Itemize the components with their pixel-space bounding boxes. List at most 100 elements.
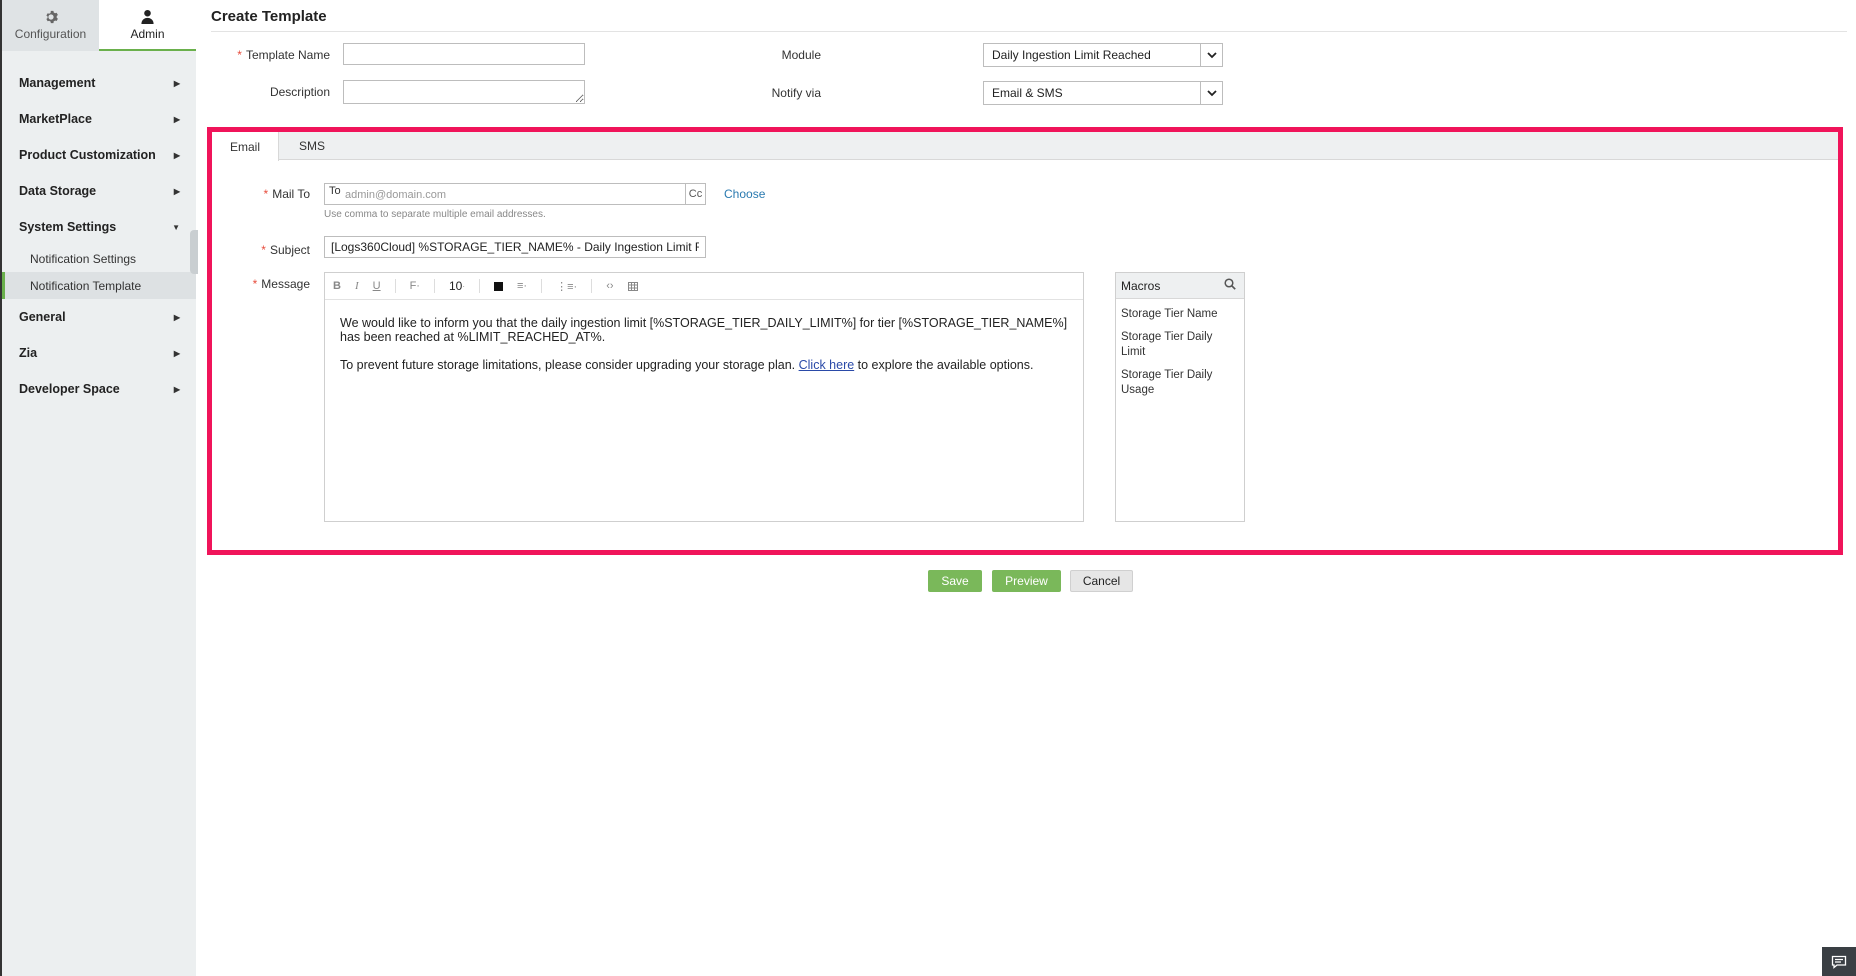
list-icon[interactable]: ⋮≡· [556,273,577,300]
click-here-link[interactable]: Click here [799,358,855,372]
sidebar-item-system-settings[interactable]: System Settings ▼ [2,209,196,245]
notify-via-selected-value: Email & SMS [992,86,1063,100]
toolbar-separator [433,279,435,293]
table-icon[interactable] [627,273,638,300]
description-input[interactable] [343,80,585,104]
message-paragraph: We would like to inform you that the dai… [340,316,1068,344]
macro-item[interactable]: Storage Tier Daily Limit [1116,330,1244,360]
sidebar-item-label: Zia [19,346,38,360]
italic-icon[interactable]: I [355,273,359,300]
toolbar-separator [541,279,543,293]
font-size-select[interactable]: 10 · [449,273,465,300]
mail-to-label-text: Mail To [272,187,310,201]
title-divider [211,31,1847,32]
required-marker: * [261,243,266,257]
color-swatch [494,281,503,291]
underline-icon[interactable]: U [373,273,381,300]
message-editor: B I U F· 10 · ≡· ⋮≡· ‹› We would like to … [324,272,1084,522]
sidebar-item-general[interactable]: General ▶ [2,299,196,335]
cc-button[interactable]: Cc [685,184,705,204]
chevron-down-icon[interactable] [1200,82,1222,104]
text-color-icon[interactable] [494,273,503,300]
editor-body[interactable]: We would like to inform you that the dai… [325,300,1083,402]
message-label-text: Message [261,277,310,291]
sidebar-item-management[interactable]: Management ▶ [2,65,196,101]
module-select[interactable]: Daily Ingestion Limit Reached [983,43,1223,67]
mail-to-input[interactable] [345,186,625,203]
sidebar-item-product-customization[interactable]: Product Customization ▶ [2,137,196,173]
subject-label-text: Subject [269,243,310,257]
align-icon[interactable]: ≡· [517,273,527,300]
user-icon [141,9,154,24]
sidebar-item-marketplace[interactable]: MarketPlace ▶ [2,101,196,137]
notify-via-label: Notify via [771,86,821,100]
tab-configuration-label: Configuration [14,27,87,41]
subject-input[interactable] [324,236,706,258]
template-name-label: * Template Name [236,48,330,62]
choose-link[interactable]: Choose [724,187,765,201]
save-button[interactable]: Save [928,570,982,592]
tab-admin[interactable]: Admin [99,0,196,51]
sidebar-item-label: Management [19,76,96,90]
template-name-input[interactable] [343,43,585,65]
sidebar-item-data-storage[interactable]: Data Storage ▶ [2,173,196,209]
sidebar-top-tabs: Configuration Admin [2,0,196,51]
sidebar-subitem-label: Notification Template [30,278,142,293]
macro-item[interactable]: Storage Tier Name [1116,307,1244,322]
template-name-label-text: Template Name [245,48,330,62]
sidebar-item-label: General [19,310,66,324]
dropdown-dot-icon: · [462,281,465,291]
sidebar-item-zia[interactable]: Zia ▶ [2,335,196,371]
email-section: Email SMS *Mail To To Cc Choose Use comm… [207,127,1843,555]
required-marker: * [237,48,242,62]
font-family-icon[interactable]: F· [410,273,420,300]
mail-to-field: To Cc [324,183,706,205]
caret-right-icon: ▶ [173,114,180,124]
sidebar-subitem-notification-template[interactable]: Notification Template [2,272,196,299]
chat-button[interactable] [1822,947,1856,976]
sidebar-item-developer-space[interactable]: Developer Space ▶ [2,371,196,407]
bold-icon[interactable]: B [333,273,341,300]
macros-panel: Macros Storage Tier Name Storage Tier Da… [1115,272,1245,522]
page-title: Create Template [211,8,327,25]
font-size-value: 10 [448,279,463,293]
sidebar-item-label: Product Customization [19,148,156,162]
tab-configuration[interactable]: Configuration [2,0,99,51]
caret-right-icon: ▶ [173,384,180,394]
caret-right-icon: ▶ [173,78,180,88]
code-icon[interactable]: ‹› [606,273,613,300]
required-marker: * [252,277,258,291]
macros-header: Macros [1116,273,1244,299]
required-marker: * [263,187,269,201]
preview-button[interactable]: Preview [992,570,1061,592]
toolbar-separator [479,279,480,293]
gear-icon [45,10,58,24]
macros-title: Macros [1121,278,1161,293]
caret-right-icon: ▶ [173,186,180,196]
tab-sms[interactable]: SMS [279,132,345,160]
caret-right-icon: ▶ [173,312,180,322]
message-text: To prevent future storage limitations, p… [340,358,799,372]
sidebar-item-label: Developer Space [19,382,120,396]
toolbar-separator [591,279,593,293]
description-label: Description [269,85,330,99]
main-content: Create Template * Template Name Descripti… [196,0,1856,976]
chevron-down-icon[interactable] [1200,44,1222,66]
to-label: To [329,185,341,197]
macro-item[interactable]: Storage Tier Daily Usage [1116,368,1244,398]
sidebar-item-label: Data Storage [19,184,97,198]
notify-via-select[interactable]: Email & SMS [983,81,1223,105]
channel-tabs: Email SMS [212,132,1838,161]
message-text: to explore the available options. [854,358,1034,372]
sidebar-subitem-notification-settings[interactable]: Notification Settings [2,245,196,272]
search-icon[interactable] [1224,278,1236,293]
mail-to-label: * Mail To [242,187,310,201]
cancel-button[interactable]: Cancel [1070,570,1133,592]
sidebar-item-label: System Settings [19,220,117,234]
tab-email[interactable]: Email [212,132,279,161]
caret-right-icon: ▶ [173,348,180,358]
sidebar: Configuration Admin Management ▶ MarketPl… [0,0,198,976]
message-label: * Message [242,277,310,291]
sidebar-subitem-label: Notification Settings [30,251,137,266]
subject-label: * Subject [242,243,310,257]
